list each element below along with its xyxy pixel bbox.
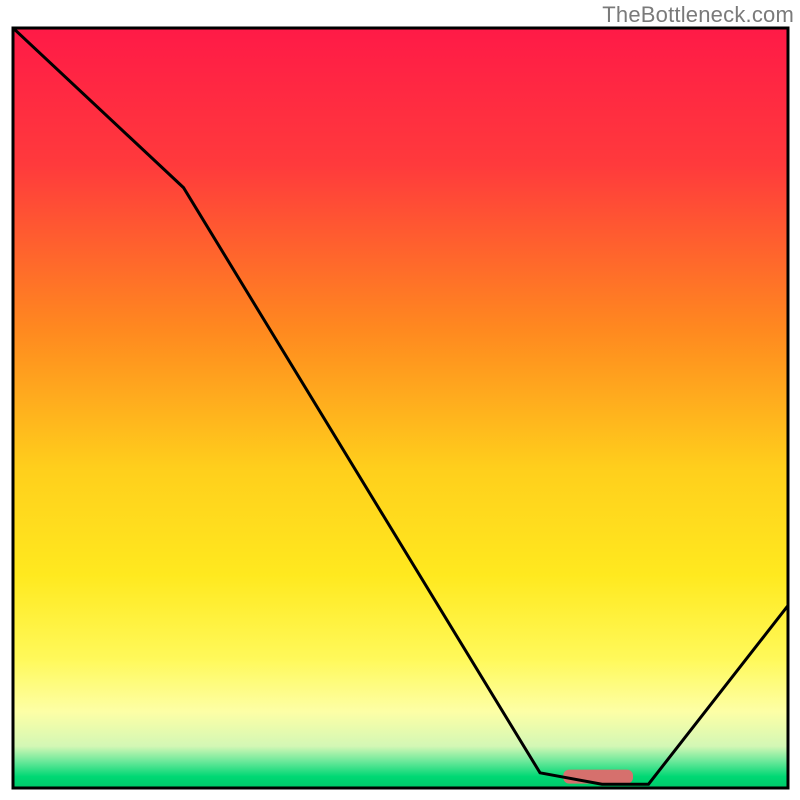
gradient-background bbox=[13, 28, 788, 788]
chart-container: TheBottleneck.com bbox=[0, 0, 800, 800]
attribution-text: TheBottleneck.com bbox=[602, 2, 794, 28]
optimal-marker bbox=[563, 770, 633, 784]
bottleneck-chart bbox=[0, 0, 800, 800]
